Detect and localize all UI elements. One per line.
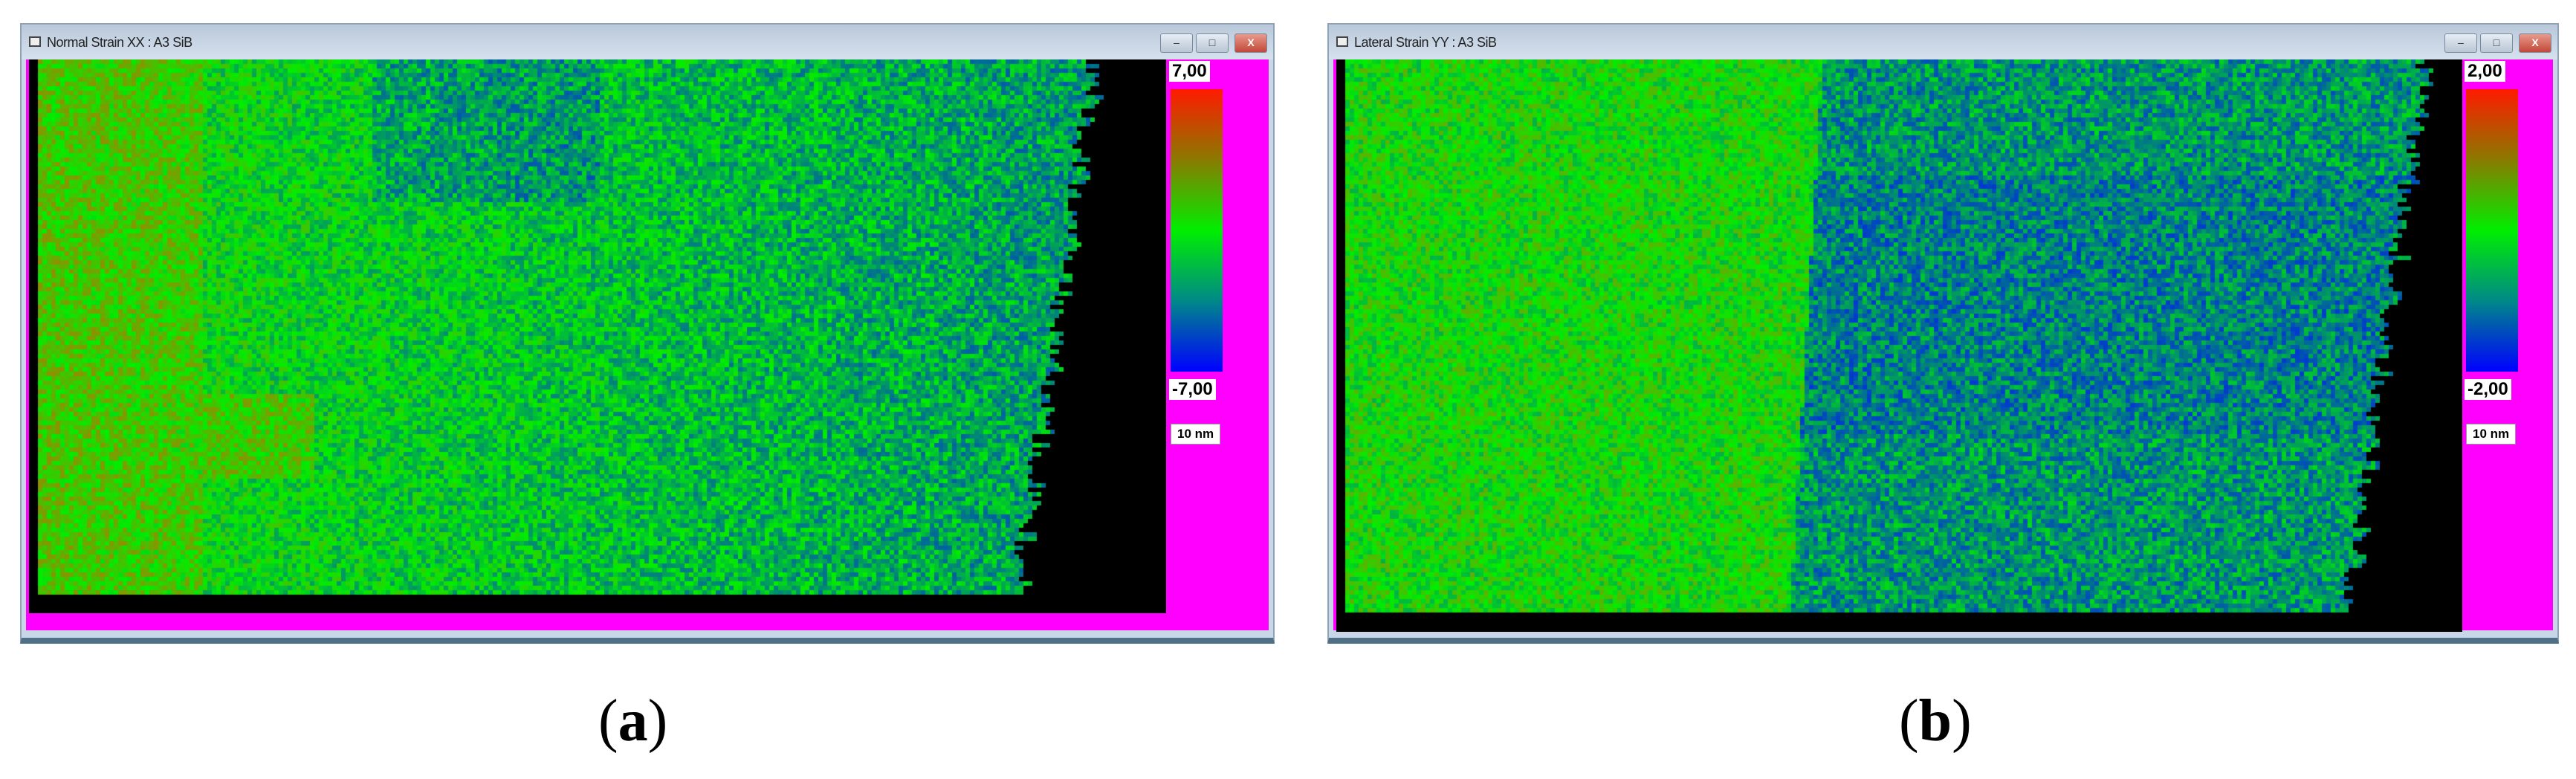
scale-label: 10 nm bbox=[2466, 424, 2517, 445]
colorbar bbox=[1171, 89, 1223, 372]
minimize-button[interactable]: – bbox=[1160, 33, 1193, 53]
app-icon bbox=[1336, 36, 1348, 47]
close-button[interactable]: X bbox=[2519, 33, 2551, 53]
paren: ( bbox=[1899, 688, 1919, 754]
close-button[interactable]: X bbox=[1234, 33, 1267, 53]
maximize-button[interactable]: □ bbox=[2480, 33, 2513, 53]
app-icon bbox=[29, 36, 41, 47]
colorbar-min-label: -2,00 bbox=[2465, 379, 2511, 400]
caption-a: (a) bbox=[598, 688, 667, 755]
window-normal-strain-xx: Normal Strain XX : A3 SiB – □ X 7,00 -7,… bbox=[20, 23, 1275, 644]
strain-map-area: 7,00 -7,00 10 nm bbox=[26, 59, 1269, 630]
scale-label: 10 nm bbox=[1171, 424, 1221, 445]
strain-map-area: 2,00 -2,00 10 nm bbox=[1333, 59, 2553, 632]
caption-letter: a bbox=[618, 688, 648, 754]
window-title: Normal Strain XX : A3 SiB bbox=[47, 35, 192, 50]
paren: ( bbox=[598, 688, 618, 754]
colorbar bbox=[2466, 89, 2518, 372]
window-lateral-strain-yy: Lateral Strain YY : A3 SiB – □ X 2,00 -2… bbox=[1327, 23, 2559, 644]
paren: ) bbox=[1952, 688, 1972, 754]
colorbar-max-label: 7,00 bbox=[1169, 61, 1210, 82]
strain-heatmap bbox=[1336, 59, 2462, 632]
caption-b: (b) bbox=[1899, 688, 1972, 755]
paren: ) bbox=[647, 688, 668, 754]
caption-letter: b bbox=[1918, 688, 1952, 754]
minimize-button[interactable]: – bbox=[2444, 33, 2477, 53]
maximize-button[interactable]: □ bbox=[1196, 33, 1229, 53]
colorbar-min-label: -7,00 bbox=[1169, 379, 1216, 400]
colorbar-max-label: 2,00 bbox=[2465, 61, 2505, 82]
strain-heatmap bbox=[29, 59, 1166, 613]
title-bar[interactable]: Lateral Strain YY : A3 SiB – □ X bbox=[1329, 25, 2557, 59]
window-title: Lateral Strain YY : A3 SiB bbox=[1354, 35, 1497, 50]
title-bar[interactable]: Normal Strain XX : A3 SiB – □ X bbox=[22, 25, 1273, 59]
